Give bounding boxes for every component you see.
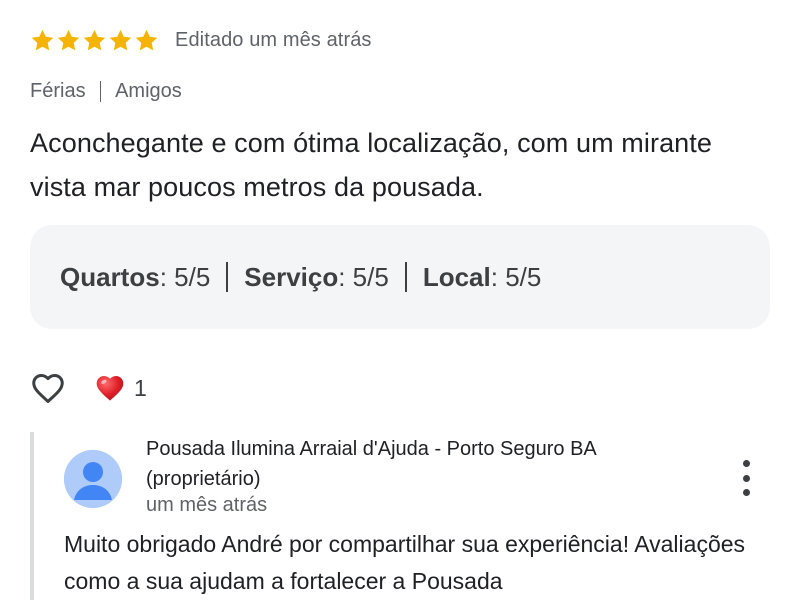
subrating-label-servico: Serviço	[244, 261, 339, 292]
red-heart-emoji-icon	[96, 376, 124, 401]
subrating-divider	[404, 262, 407, 292]
owner-name[interactable]: Pousada Ilumina Arraial d'Ajuda - Porto …	[146, 434, 706, 494]
star-icon	[56, 28, 81, 53]
review-actions: 1	[28, 366, 147, 410]
tag-ferias: Férias	[30, 79, 86, 102]
subratings-box: Quartos: 5/5 Serviço: 5/5 Local: 5/5	[30, 225, 770, 329]
tag-amigos: Amigos	[115, 79, 182, 102]
star-rating	[30, 28, 159, 53]
reaction-count: 1	[134, 374, 147, 401]
subrating-label-local: Local	[422, 261, 491, 292]
review-text: Aconchegante e com ótima localização, co…	[30, 128, 713, 202]
more-vertical-icon[interactable]	[734, 460, 758, 496]
subrating-divider	[226, 262, 229, 292]
like-button[interactable]	[28, 368, 68, 408]
owner-reply: Pousada Ilumina Arraial d'Ajuda - Porto …	[30, 432, 800, 600]
subrating-value-local: : 5/5	[490, 261, 542, 292]
star-icon	[134, 28, 159, 53]
star-icon	[30, 28, 55, 53]
trip-tags: Férias Amigos	[30, 77, 182, 105]
reply-timestamp: um mês atrás	[146, 494, 268, 516]
more-dot	[742, 474, 750, 482]
subrating-label-quartos: Quartos	[60, 261, 160, 292]
person-avatar-icon[interactable]	[64, 450, 122, 508]
more-dot	[742, 460, 750, 467]
tag-divider	[99, 80, 102, 102]
edited-timestamp: Editado um mês atrás	[175, 28, 372, 51]
rating-row: Editado um mês atrás	[30, 24, 372, 56]
star-icon	[108, 28, 133, 53]
reply-text: Muito obrigado André por compartilhar su…	[64, 531, 746, 594]
subrating-value-servico: : 5/5	[338, 261, 389, 292]
star-icon	[82, 28, 107, 53]
review-card: Editado um mês atrás Férias Amigos Aconc…	[0, 0, 800, 600]
reply-indent-bar	[30, 432, 34, 600]
heart-outline-icon	[32, 373, 64, 403]
more-dot	[742, 489, 750, 496]
subrating-value-quartos: : 5/5	[159, 261, 211, 292]
heart-reaction[interactable]: 1	[94, 372, 147, 404]
